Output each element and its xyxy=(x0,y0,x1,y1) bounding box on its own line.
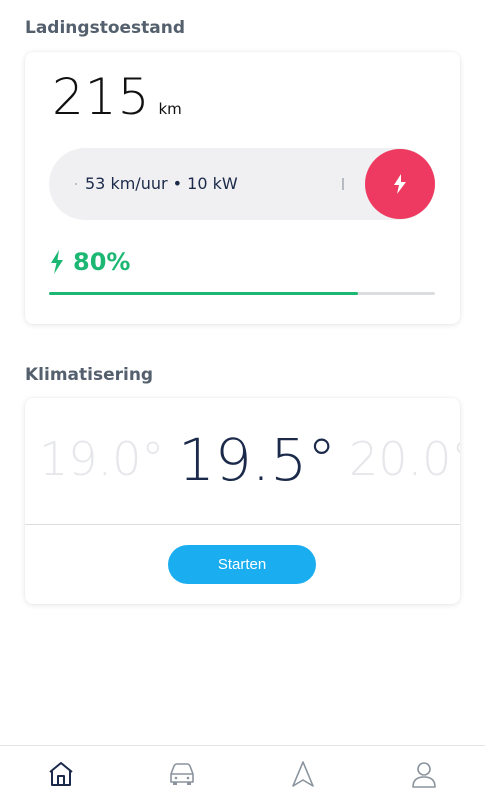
charging-bolt-icon xyxy=(51,250,63,274)
charging-card[interactable]: 215 km 53 km/uur • 10 kW 80% xyxy=(25,52,460,324)
charge-progress-fill xyxy=(49,292,358,295)
temperature-next[interactable]: 20.0° xyxy=(349,432,460,486)
temperature-current[interactable]: 19.5° xyxy=(178,426,336,494)
charging-rate-text: 53 km/uur • 10 kW xyxy=(85,174,238,193)
climate-section-title: Klimatisering xyxy=(25,365,154,385)
nav-navigation[interactable] xyxy=(242,746,363,801)
charging-rate-slider[interactable]: 53 km/uur • 10 kW xyxy=(49,148,435,220)
charge-percent: 80% xyxy=(73,248,131,276)
charging-section-title: Ladingstoestand xyxy=(25,18,186,38)
charge-progress-bar xyxy=(49,292,435,295)
slider-tick xyxy=(342,178,344,190)
climate-divider xyxy=(25,524,460,525)
nav-car[interactable] xyxy=(121,746,242,801)
nav-profile[interactable] xyxy=(363,746,484,801)
nav-home[interactable] xyxy=(0,746,121,801)
temperature-picker[interactable]: 19.0° 19.5° 20.0° xyxy=(25,398,460,524)
car-icon xyxy=(169,762,194,785)
range-unit: km xyxy=(158,100,182,118)
navigation-arrow-icon xyxy=(291,760,314,787)
charge-level: 80% xyxy=(49,248,130,276)
profile-icon xyxy=(411,761,436,788)
start-climate-button[interactable]: Starten xyxy=(168,545,316,584)
lightning-bolt-icon xyxy=(394,174,406,194)
climate-card: 19.0° 19.5° 20.0° Starten xyxy=(25,398,460,604)
home-icon xyxy=(48,761,73,786)
slider-dot xyxy=(75,183,77,185)
range-value: 215 xyxy=(52,68,151,126)
range-display: 215 km xyxy=(52,68,182,126)
bottom-nav xyxy=(0,745,485,801)
temperature-prev[interactable]: 19.0° xyxy=(39,432,164,486)
charge-button[interactable] xyxy=(365,149,435,219)
